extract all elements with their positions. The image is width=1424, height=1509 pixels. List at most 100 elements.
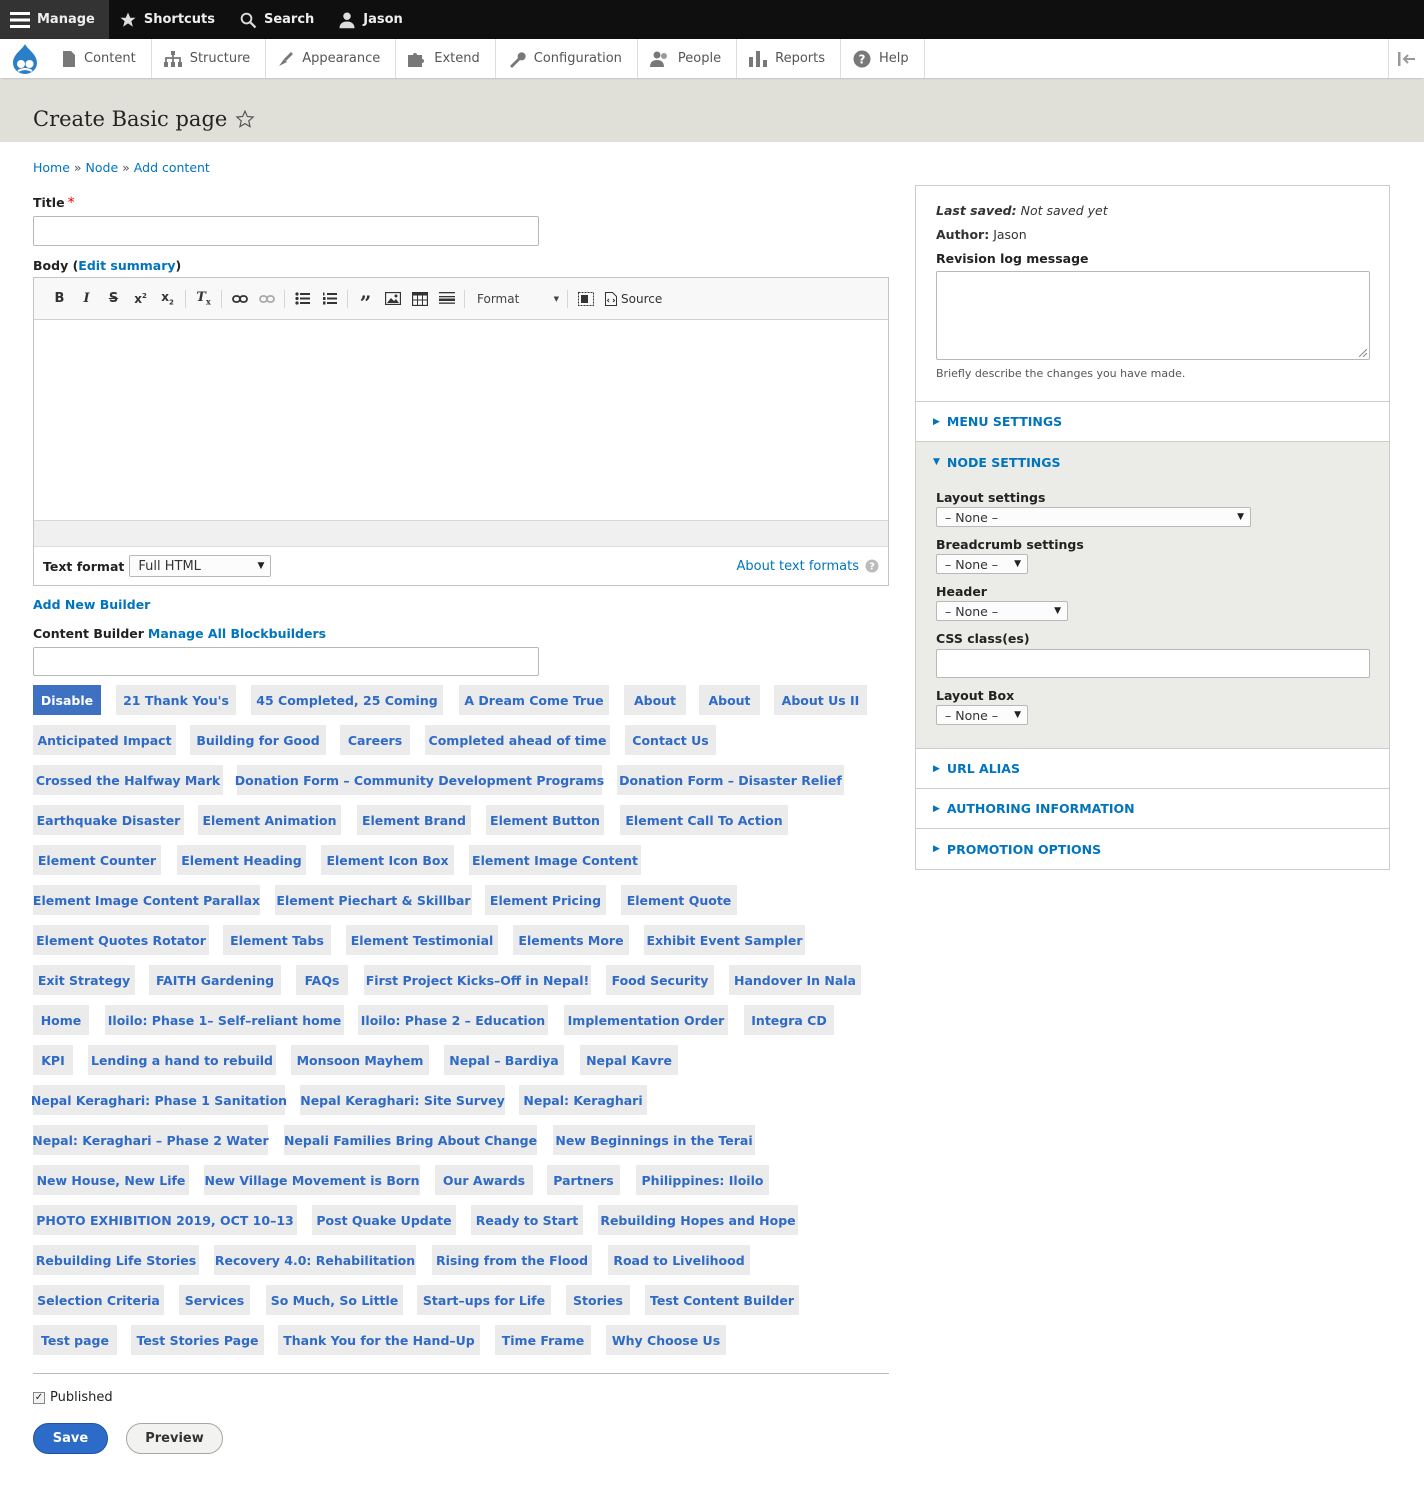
tag[interactable]: Element Piechart & Skillbar xyxy=(275,885,472,915)
subscript-button[interactable]: x2 xyxy=(154,286,181,312)
tag[interactable]: Completed ahead of time xyxy=(425,725,610,755)
tag[interactable]: Time Frame xyxy=(495,1325,591,1355)
tag[interactable]: Exit Strategy xyxy=(33,965,135,995)
source-button[interactable]: Source xyxy=(599,291,668,306)
tray-appearance[interactable]: Appearance xyxy=(266,39,397,78)
resize-handle-icon[interactable] xyxy=(1359,349,1367,357)
shortcut-star-icon[interactable] xyxy=(235,109,255,129)
tag[interactable]: Test page xyxy=(33,1325,117,1355)
tag[interactable]: Nepal Keraghari: Phase 1 Sanitation xyxy=(31,1085,287,1115)
tag[interactable]: Recovery 4.0: Rehabilitation xyxy=(214,1245,416,1275)
tag[interactable]: Handover In Nala xyxy=(729,965,861,995)
tray-configuration[interactable]: Configuration xyxy=(496,39,638,78)
tag-disable[interactable]: Disable xyxy=(33,685,101,715)
tag[interactable]: Test Content Builder xyxy=(645,1285,799,1315)
tag[interactable]: So Much, So Little xyxy=(266,1285,403,1315)
tag[interactable]: Rising from the Flood xyxy=(432,1245,592,1275)
header-select[interactable]: – None – ▼ xyxy=(936,601,1068,621)
tag[interactable]: Nepal Keraghari: Site Survey xyxy=(300,1085,505,1115)
tag[interactable]: Implementation Order xyxy=(564,1005,728,1035)
tag[interactable]: Nepal: Keraghari xyxy=(519,1085,647,1115)
tag[interactable]: Element Image Content xyxy=(469,845,641,875)
tag[interactable]: Element Animation xyxy=(198,805,341,835)
about-text-formats-link[interactable]: About text formats xyxy=(736,559,859,574)
tag[interactable]: Test Stories Page xyxy=(131,1325,264,1355)
preview-button[interactable]: Preview xyxy=(126,1423,223,1454)
tray-structure[interactable]: Structure xyxy=(152,39,267,78)
tag[interactable]: Element Call To Action xyxy=(620,805,788,835)
tag[interactable]: Nepali Families Bring About Change xyxy=(284,1125,537,1155)
help-icon[interactable]: ? xyxy=(865,559,879,573)
tag[interactable]: Donation Form – Disaster Relief xyxy=(617,765,844,795)
tag[interactable]: Contact Us xyxy=(625,725,716,755)
table-button[interactable] xyxy=(406,286,433,312)
save-button[interactable]: Save xyxy=(33,1423,108,1454)
tag[interactable]: Elements More xyxy=(513,925,629,955)
tag[interactable]: Crossed the Halfway Mark xyxy=(33,765,223,795)
tag[interactable]: First Project Kicks–Off in Nepal! xyxy=(364,965,591,995)
tag[interactable]: Earthquake Disaster xyxy=(33,805,184,835)
editor-content-area[interactable] xyxy=(34,320,888,520)
breadcrumb-add-content[interactable]: Add content xyxy=(134,160,210,175)
remove-format-button[interactable]: Tx xyxy=(190,286,217,312)
tag[interactable]: Element Button xyxy=(486,805,604,835)
manage-all-blockbuilders-link[interactable]: Manage All Blockbuilders xyxy=(148,626,326,641)
tag[interactable]: Iloilo: Phase 2 – Education xyxy=(358,1005,548,1035)
css-classes-input[interactable] xyxy=(936,649,1370,678)
tag[interactable]: 45 Completed, 25 Coming xyxy=(251,685,443,715)
tag[interactable]: 21 Thank You's xyxy=(116,685,236,715)
tag[interactable]: Element Tabs xyxy=(223,925,331,955)
user-button[interactable]: Jason xyxy=(328,0,417,39)
authoring-information-toggle[interactable]: ▶ Authoring information xyxy=(916,789,1389,829)
numbered-list-button[interactable] xyxy=(316,286,343,312)
breadcrumb-node[interactable]: Node xyxy=(86,160,119,175)
tag[interactable]: Integra CD xyxy=(744,1005,834,1035)
tag[interactable]: Our Awards xyxy=(435,1165,533,1195)
node-settings-toggle[interactable]: ▼ Node settings xyxy=(916,442,1389,482)
promotion-options-toggle[interactable]: ▶ Promotion options xyxy=(916,829,1389,869)
edit-summary-link[interactable]: Edit summary xyxy=(78,258,175,273)
tag[interactable]: Selection Criteria xyxy=(33,1285,164,1315)
image-button[interactable] xyxy=(379,286,406,312)
tag[interactable]: New Beginnings in the Terai xyxy=(553,1125,755,1155)
tag[interactable]: Element Testimonial xyxy=(346,925,498,955)
tag[interactable]: Anticipated Impact xyxy=(33,725,176,755)
text-format-select[interactable]: Full HTML ▼ xyxy=(129,555,272,577)
tag[interactable]: Element Brand xyxy=(357,805,471,835)
tag[interactable]: Post Quake Update xyxy=(312,1205,456,1235)
superscript-button[interactable]: x2 xyxy=(127,286,154,312)
horizontal-line-button[interactable] xyxy=(433,286,460,312)
tag[interactable]: FAQs xyxy=(296,965,348,995)
tag[interactable]: Rebuilding Hopes and Hope xyxy=(598,1205,798,1235)
content-builder-input[interactable] xyxy=(33,647,539,676)
revision-log-textarea[interactable] xyxy=(936,271,1370,360)
tag[interactable]: Thank You for the Hand–Up xyxy=(278,1325,480,1355)
layout-box-select[interactable]: – None – ▼ xyxy=(936,705,1028,725)
tag[interactable]: Rebuilding Life Stories xyxy=(33,1245,199,1275)
tray-content[interactable]: Content xyxy=(50,39,152,78)
manage-button[interactable]: Manage xyxy=(0,0,109,39)
tag[interactable]: Nepal Kavre xyxy=(580,1045,678,1075)
tag[interactable]: Donation Form – Community Development Pr… xyxy=(235,765,604,795)
bulleted-list-button[interactable] xyxy=(289,286,316,312)
tag[interactable]: Nepal: Keraghari – Phase 2 Water xyxy=(32,1125,269,1155)
tag[interactable]: Why Choose Us xyxy=(606,1325,726,1355)
tag[interactable]: New Village Movement is Born xyxy=(204,1165,420,1195)
tag[interactable]: Element Icon Box xyxy=(321,845,454,875)
shortcuts-button[interactable]: Shortcuts xyxy=(109,0,229,39)
search-button[interactable]: Search xyxy=(229,0,328,39)
url-alias-toggle[interactable]: ▶ URL alias xyxy=(916,749,1389,789)
tray-people[interactable]: People xyxy=(638,39,738,78)
bold-button[interactable]: B xyxy=(46,286,73,312)
tag[interactable]: Road to Livelihood xyxy=(608,1245,750,1275)
tag[interactable]: Element Heading xyxy=(177,845,306,875)
tag[interactable]: Ready to Start xyxy=(471,1205,583,1235)
tag[interactable]: Food Security xyxy=(606,965,714,995)
tray-help[interactable]: ? Help xyxy=(841,39,925,78)
tag[interactable]: Services xyxy=(179,1285,250,1315)
tray-reports[interactable]: Reports xyxy=(737,39,841,78)
breadcrumb-settings-select[interactable]: – None – ▼ xyxy=(936,554,1028,574)
tag[interactable]: Careers xyxy=(340,725,410,755)
tag[interactable]: Lending a hand to rebuild xyxy=(88,1045,276,1075)
strikethrough-button[interactable]: S xyxy=(100,286,127,312)
